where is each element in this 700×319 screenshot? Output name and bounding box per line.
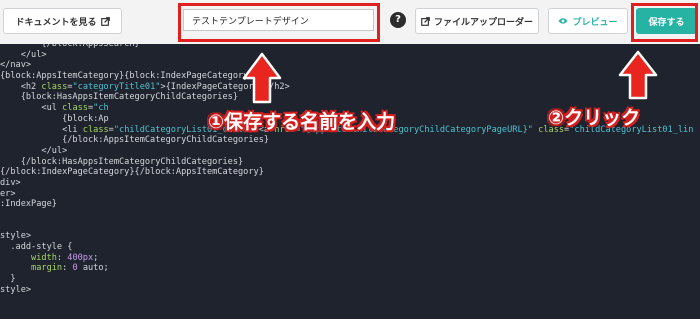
arrow-up-icon	[242, 52, 282, 104]
code-token: 400px	[67, 252, 94, 263]
save-highlight-box	[631, 3, 698, 42]
code-line: {/block:AppsItemCategoryChildCategories}	[0, 135, 693, 146]
code-token: :	[56, 252, 68, 263]
code-line: style>	[0, 285, 693, 296]
code-line: div>	[0, 178, 693, 189]
code-line: {/block:IndexPageCategory}{/block:AppsIt…	[0, 167, 693, 178]
code-line: </ul>	[0, 50, 693, 61]
external-link-icon	[100, 16, 110, 26]
code-token: margin	[31, 263, 63, 274]
code-token: </nav>	[0, 60, 32, 71]
code-line: {/block:HasAppsItemCategoryChildCategori…	[0, 157, 693, 168]
code-token: :IndexPage}	[0, 199, 57, 210]
code-token: }	[0, 274, 16, 285]
external-link-icon	[421, 16, 430, 26]
code-line: </ul>	[0, 146, 693, 157]
file-uploader-label: ファイルアップローダー	[433, 17, 533, 28]
code-line: </nav>	[0, 60, 693, 71]
code-token: style>	[0, 231, 32, 242]
code-line: }	[0, 274, 693, 285]
code-token: {/block:HasAppsItemCategoryChildCategori…	[0, 156, 244, 167]
code-token: div>	[0, 177, 21, 188]
code-token: class	[62, 103, 88, 114]
view-docs-button[interactable]: ドキュメントを見る	[3, 8, 122, 34]
code-token: class	[82, 124, 109, 135]
step2-annotation: ②クリック	[548, 107, 641, 129]
code-token: </ul>	[0, 145, 68, 156]
code-token: style>	[0, 284, 32, 295]
code-token: <ul	[0, 103, 63, 114]
preview-button[interactable]: プレビュー	[548, 8, 628, 34]
file-uploader-button[interactable]: ファイルアップローダー	[415, 8, 539, 34]
code-editor[interactable]: {/block:AppsSearch} </ul> </nav> {block:Ap…	[0, 44, 700, 319]
code-token: "ch	[93, 103, 109, 114]
code-token: er>	[0, 188, 16, 199]
code-token: </ul>	[0, 49, 47, 60]
code-token: {block:HasAppsItemCategoryChildCategorie…	[0, 92, 238, 103]
code-token: "categoryTitle01"	[72, 81, 161, 92]
code-token: ;	[93, 252, 99, 263]
preview-label: プレビュー	[572, 17, 618, 28]
code-token: {/block:AppsSearch}	[0, 44, 140, 49]
code-line: width: 400px;	[0, 253, 693, 264]
code-line: {block:AppsItemCategory}{block:IndexPage…	[0, 71, 693, 82]
code-line: <h2 class="categoryTitle01">{IndexPageCa…	[0, 82, 693, 93]
code-token: <li	[0, 124, 83, 135]
arrow-up-icon	[618, 50, 658, 100]
code-token: class	[41, 81, 68, 92]
code-token: <h2	[0, 81, 42, 92]
code-line: style>	[0, 231, 693, 242]
code-token: {block:Ap	[0, 113, 109, 124]
code-line: .add-style {	[0, 242, 693, 253]
input-highlight-box	[178, 3, 380, 42]
code-line: :IndexPage}	[0, 199, 693, 210]
code-token: {/block:IndexPageCategory}{/block:AppsIt…	[0, 167, 264, 178]
code-token: .add-style {	[0, 242, 73, 253]
code-line: margin: 0 auto;	[0, 263, 693, 274]
help-icon[interactable]: ?	[390, 12, 406, 28]
code-token: {/block:AppsItemCategoryChildCategories}	[0, 135, 270, 146]
code-token: {block:AppsItemCategory}{block:IndexPage…	[0, 71, 254, 82]
code-token: width	[31, 252, 57, 263]
code-line: {block:HasAppsItemCategoryChildCategorie…	[0, 92, 693, 103]
step1-annotation: ①保存する名前を入力	[208, 111, 396, 133]
code-token: auto;	[77, 263, 109, 274]
code-content: {/block:AppsSearch} </ul> </nav> {block:Ap…	[0, 44, 693, 296]
code-token: :	[62, 263, 73, 274]
view-docs-label: ドキュメントを見る	[15, 17, 97, 28]
eye-icon	[558, 18, 569, 24]
code-line: er>	[0, 189, 693, 200]
